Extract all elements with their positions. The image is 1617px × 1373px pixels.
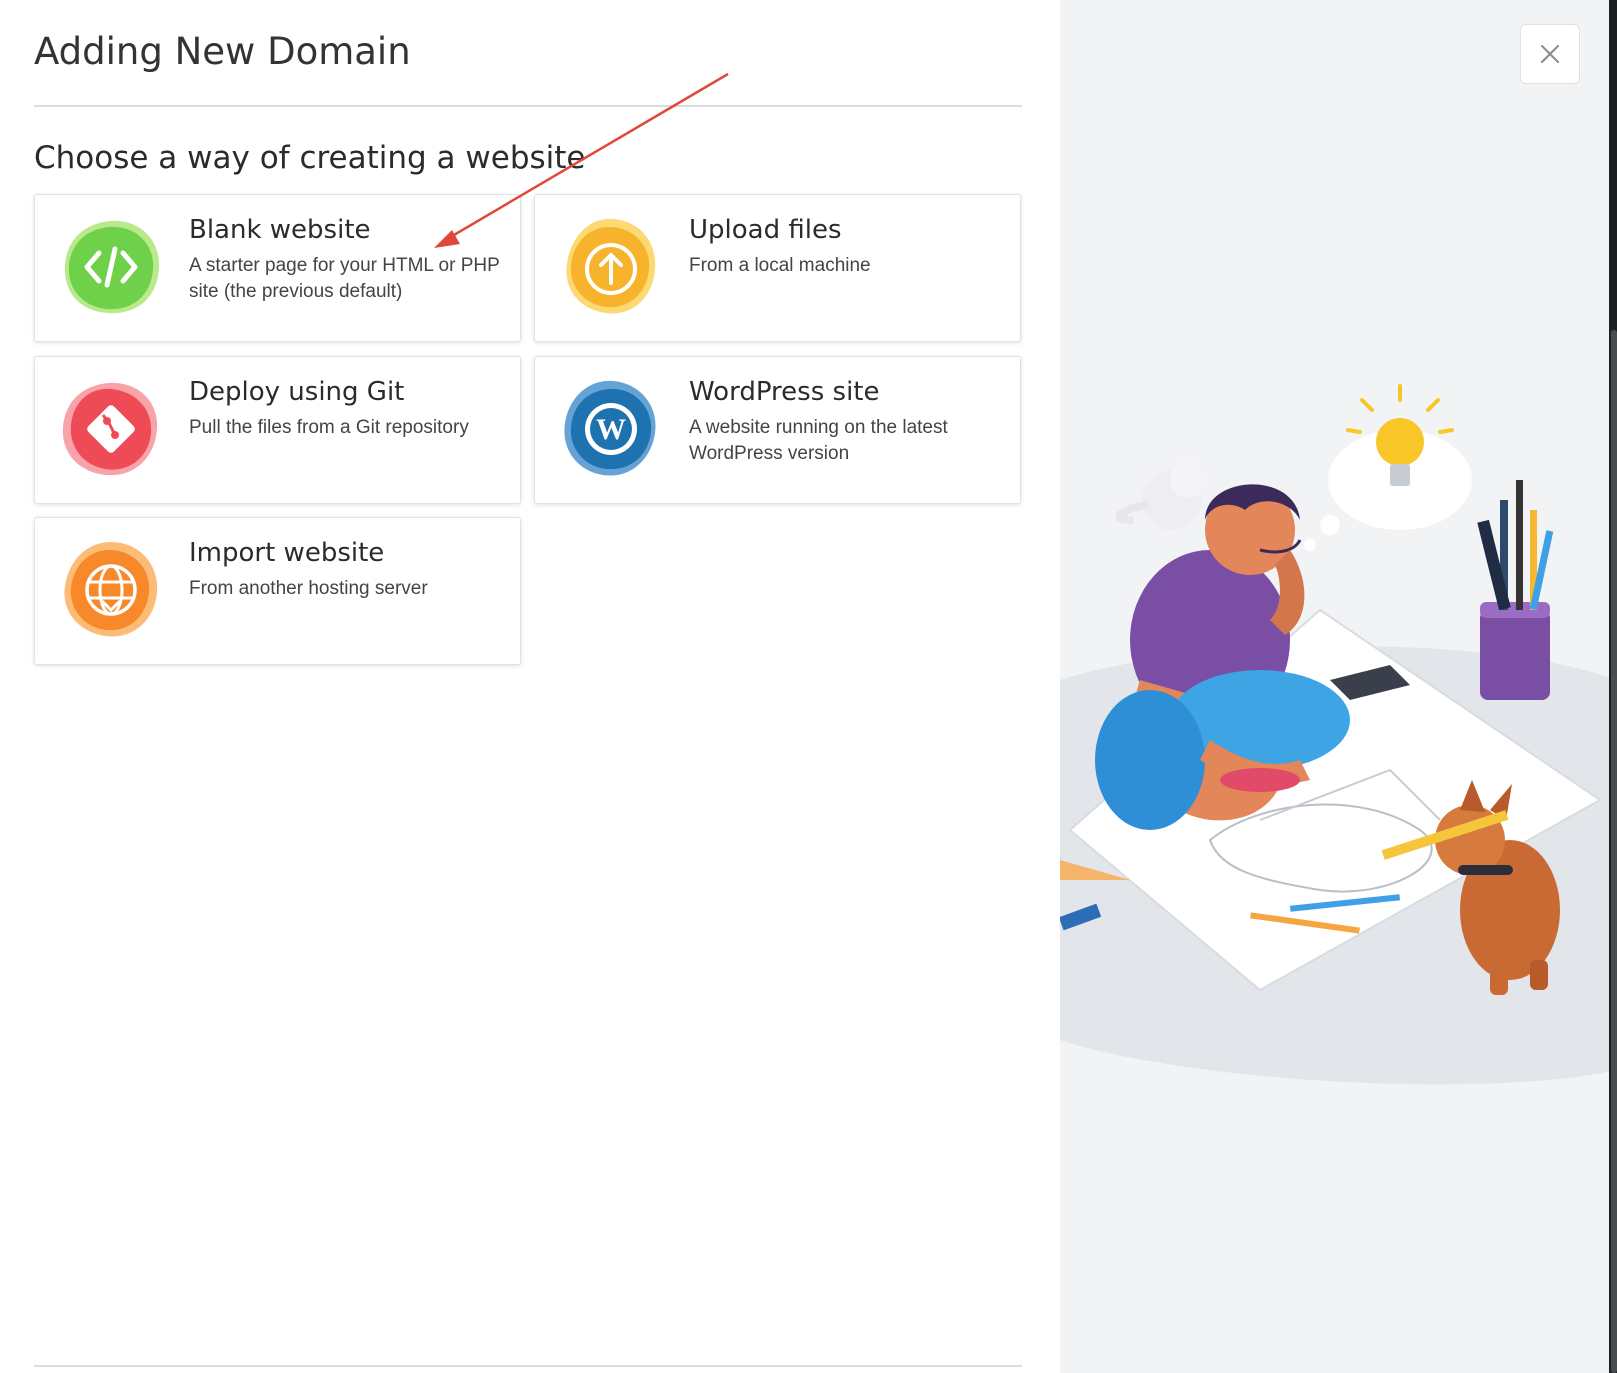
option-wordpress-site[interactable]: W WordPress site A website running on th…: [534, 356, 1021, 504]
close-button[interactable]: [1520, 24, 1580, 84]
annotation-arrow: [434, 72, 729, 248]
dialog-main-panel: Adding New Domain Choose a way of creati…: [0, 0, 1060, 1373]
git-icon: [59, 377, 163, 481]
scrollbar-thumb[interactable]: [1611, 330, 1617, 1373]
option-deploy-git[interactable]: Deploy using Git Pull the files from a G…: [34, 356, 521, 504]
svg-text:W: W: [596, 413, 626, 446]
option-description: Pull the files from a Git repository: [189, 417, 469, 438]
option-title: WordPress site: [689, 377, 880, 407]
option-title: Import website: [189, 538, 385, 568]
option-import-website[interactable]: Import website From another hosting serv…: [34, 517, 521, 665]
option-title: Blank website: [189, 215, 371, 245]
option-description: A starter page for your HTML or PHP site…: [189, 255, 500, 302]
option-description: A website running on the latest WordPres…: [689, 417, 948, 464]
illustration-thinking-person: [1060, 384, 1617, 1085]
page-title: Adding New Domain: [34, 30, 411, 73]
close-icon: [1541, 45, 1559, 63]
wordpress-icon: W: [559, 377, 663, 481]
option-title: Deploy using Git: [189, 377, 405, 407]
footer-divider: [34, 1365, 1022, 1367]
option-description: From another hosting server: [189, 578, 428, 599]
globe-import-icon: [59, 538, 163, 642]
code-icon: [59, 215, 163, 319]
